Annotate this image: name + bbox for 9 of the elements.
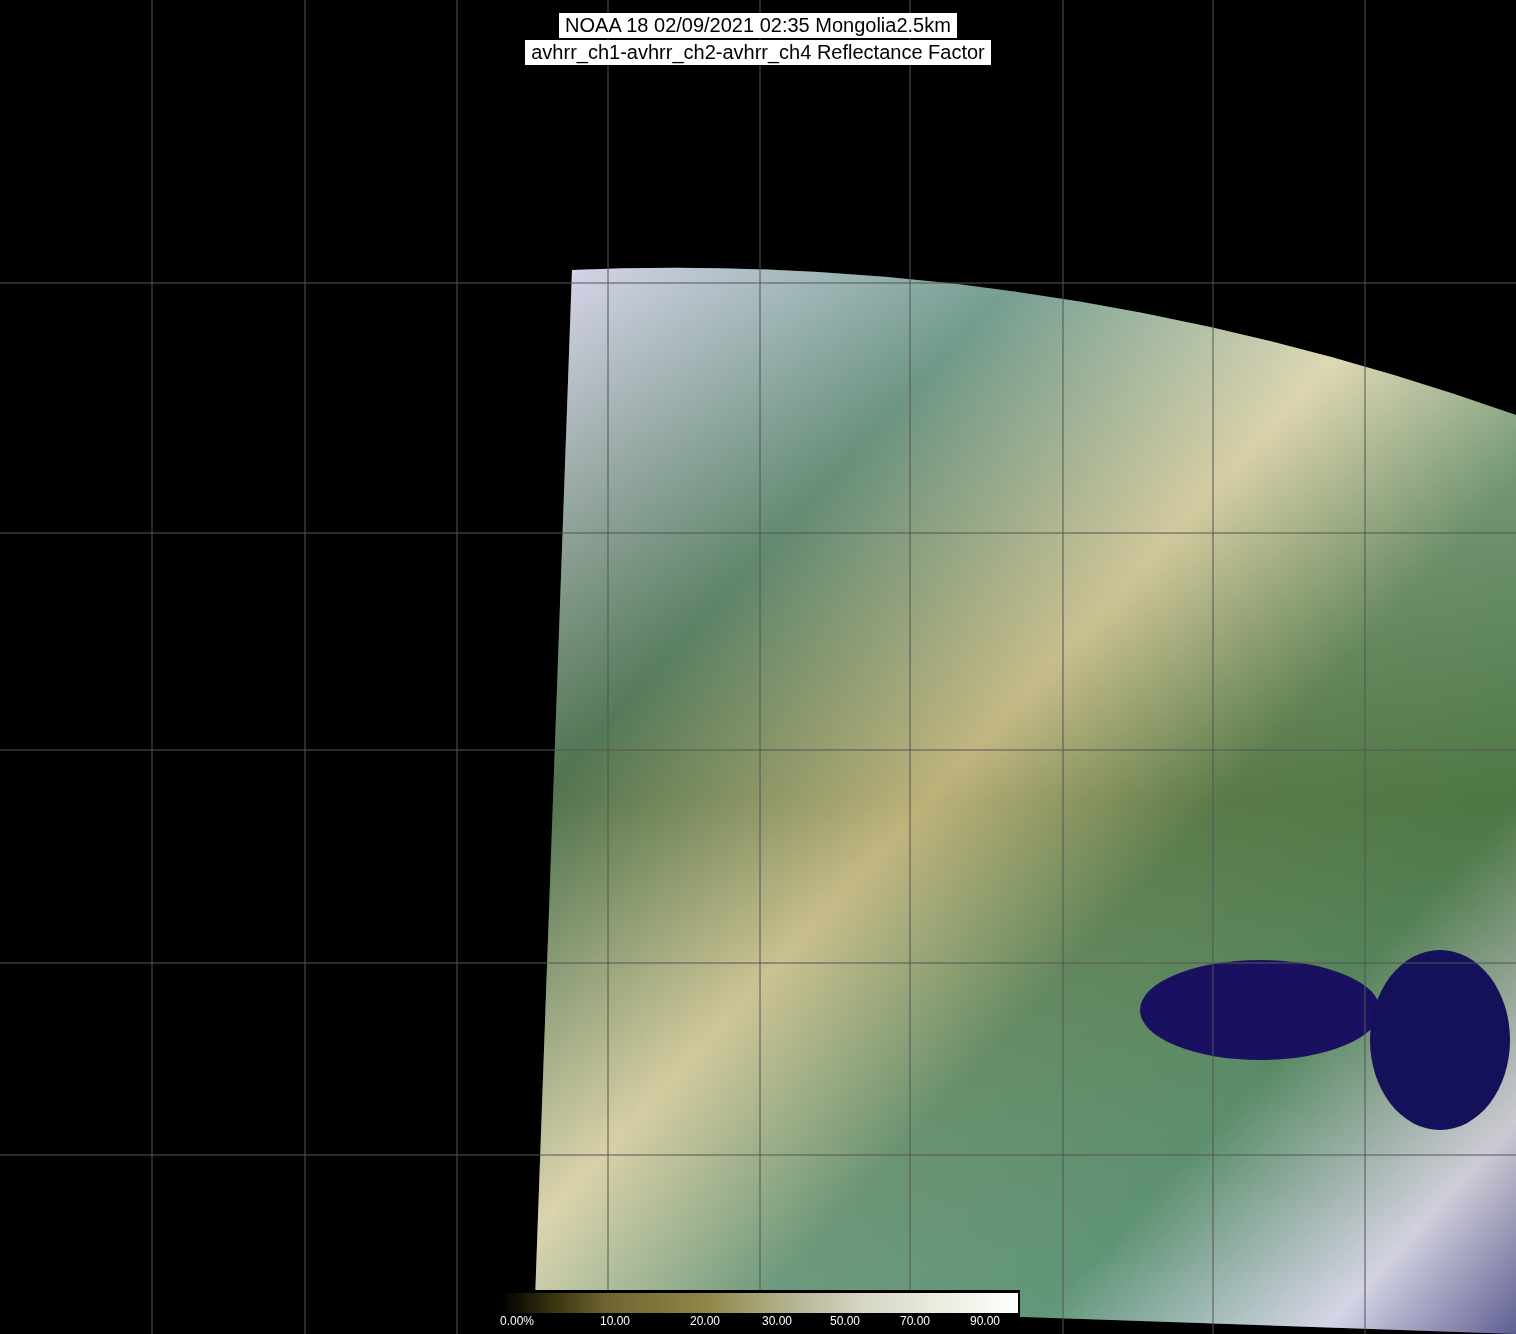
scale-label: 90.00 — [970, 1314, 1001, 1328]
map-title: avhrr_ch1-avhrr_ch2-avhrr_ch4 Reflectance Factor — [525, 40, 991, 65]
scale-label: 30.00 — [762, 1314, 793, 1328]
scale-label: 0.00% — [500, 1314, 535, 1328]
scale-label: 70.00 — [900, 1314, 931, 1328]
scale-label: 50.00 — [830, 1314, 861, 1328]
map-title: NOAA 18 02/09/2021 02:35 Mongolia2.5km — [559, 13, 957, 38]
scale-label: 20.00 — [690, 1314, 721, 1328]
scale-label: 10.00 — [600, 1314, 631, 1328]
